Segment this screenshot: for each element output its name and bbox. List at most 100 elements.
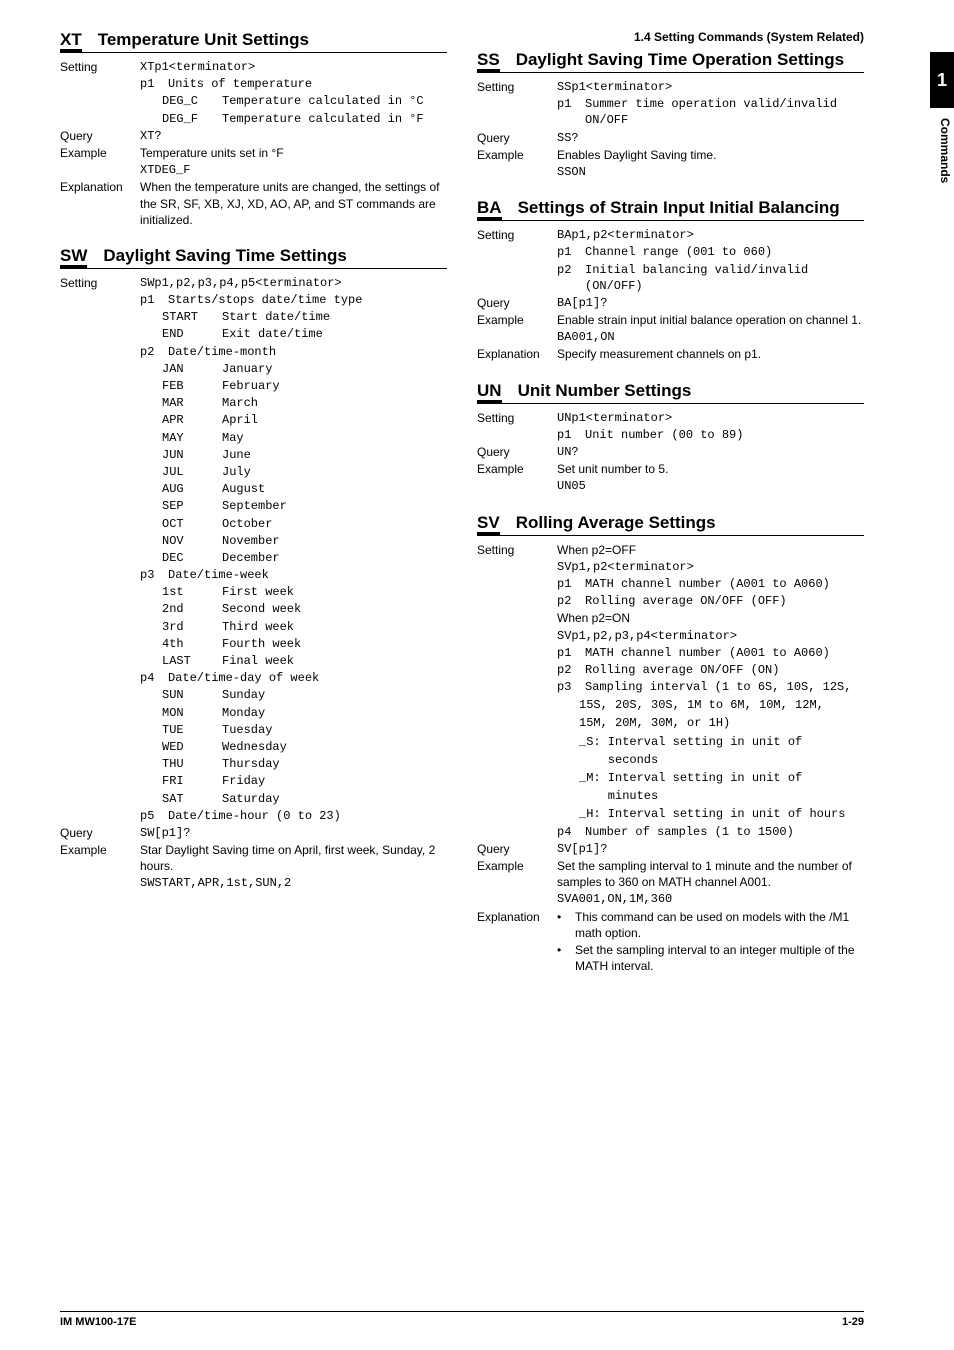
- footer-left: IM MW100-17E: [60, 1316, 136, 1328]
- setting-syntax: BAp1,p2<terminator>: [557, 227, 864, 243]
- label-setting: Setting: [60, 275, 136, 291]
- list-val: Wednesday: [222, 739, 447, 755]
- label-setting: Setting: [477, 227, 553, 243]
- cmd-code: UN: [477, 382, 502, 403]
- footer-right: 1-29: [842, 1316, 864, 1328]
- p3-s1: _S: Interval setting in unit of: [579, 735, 802, 749]
- param-p4: p4: [557, 824, 581, 840]
- section-header: 1.4 Setting Commands (System Related): [477, 30, 864, 44]
- list-item: MONMonday: [60, 705, 447, 721]
- list-key: THU: [162, 756, 218, 772]
- list-key: AUG: [162, 481, 218, 497]
- example-desc: Star Daylight Saving time on April, firs…: [140, 842, 447, 874]
- example-code: XTDEG_F: [140, 162, 447, 178]
- param-p2: p2: [140, 344, 164, 360]
- example-desc: Set the sampling interval to 1 minute an…: [557, 858, 864, 890]
- explanation-text: Specify measurement channels on p1.: [557, 346, 864, 362]
- p3-m1b: minutes: [579, 789, 658, 803]
- label-example: Example: [477, 312, 553, 328]
- list-item: MARMarch: [60, 395, 447, 411]
- list-val: Fourth week: [222, 636, 447, 652]
- left-column: XT Temperature Unit Settings Setting XTp…: [60, 30, 447, 992]
- list-key: JAN: [162, 361, 218, 377]
- list-key: 3rd: [162, 619, 218, 635]
- cmd-un: UN Unit Number Settings Setting UNp1<ter…: [477, 381, 864, 495]
- list-val: February: [222, 378, 447, 394]
- syntax-off: SVp1,p2<terminator>: [557, 559, 864, 575]
- query-code: SS?: [557, 130, 864, 146]
- param-p1: p1: [557, 244, 581, 260]
- list-val: March: [222, 395, 447, 411]
- list-key: TUE: [162, 722, 218, 738]
- cmd-title: Temperature Unit Settings: [98, 30, 447, 50]
- p3-h1: _H: Interval setting in unit of hours: [579, 807, 845, 821]
- param-p1-desc: Summer time operation valid/invalid ON/O…: [585, 96, 864, 128]
- list-key: SUN: [162, 687, 218, 703]
- list-val: Second week: [222, 601, 447, 617]
- list-item: JULJuly: [60, 464, 447, 480]
- list-item: TUETuesday: [60, 722, 447, 738]
- cmd-code: BA: [477, 199, 502, 220]
- list-item: NOVNovember: [60, 533, 447, 549]
- list-val: June: [222, 447, 447, 463]
- query-code: XT?: [140, 128, 447, 144]
- example-code: SSON: [557, 164, 864, 180]
- list-key: DEC: [162, 550, 218, 566]
- list-key: JUL: [162, 464, 218, 480]
- list-item: AUGAugust: [60, 481, 447, 497]
- param-p1: p1: [557, 427, 581, 443]
- param-p2-desc: Rolling average ON/OFF (ON): [585, 662, 864, 678]
- label-setting: Setting: [477, 542, 553, 558]
- cmd-xt: XT Temperature Unit Settings Setting XTp…: [60, 30, 447, 228]
- list-item: FEBFebruary: [60, 378, 447, 394]
- list-item: SEPSeptember: [60, 498, 447, 514]
- list-key: SAT: [162, 791, 218, 807]
- label-setting: Setting: [477, 79, 553, 95]
- example-code: SVA001,ON,1M,360: [557, 891, 864, 907]
- when-off: When p2=OFF: [557, 542, 864, 558]
- list-val: Saturday: [222, 791, 447, 807]
- list-key: OCT: [162, 516, 218, 532]
- cmd-title: Unit Number Settings: [518, 381, 864, 401]
- list-key: 1st: [162, 584, 218, 600]
- cmd-ba: BA Settings of Strain Input Initial Bala…: [477, 198, 864, 363]
- explanation-b1: This command can be used on models with …: [575, 909, 864, 941]
- key-start: START: [162, 309, 218, 325]
- list-val: Thursday: [222, 756, 447, 772]
- p3-s1b: seconds: [579, 753, 658, 767]
- val-end: Exit date/time: [222, 326, 447, 342]
- example-code: UN05: [557, 478, 864, 494]
- section-number: 1: [937, 70, 947, 91]
- side-label: Commands: [938, 118, 952, 183]
- param-p1: p1: [557, 645, 581, 661]
- label-explanation: Explanation: [60, 179, 136, 228]
- label-example: Example: [477, 147, 553, 163]
- footer: IM MW100-17E 1-29: [60, 1311, 864, 1328]
- param-p1-desc: Starts/stops date/time type: [168, 292, 447, 308]
- label-explanation: Explanation: [477, 909, 553, 941]
- param-p3-desc: Date/time-week: [168, 567, 447, 583]
- param-p1-desc: Units of temperature: [168, 76, 447, 92]
- cmd-code: SV: [477, 514, 500, 535]
- list-key: NOV: [162, 533, 218, 549]
- side-tab: 1: [930, 52, 954, 108]
- param-p2-desc: Rolling average ON/OFF (OFF): [585, 593, 864, 609]
- param-p2: p2: [557, 262, 581, 294]
- param-p1-desc: MATH channel number (A001 to A060): [585, 645, 864, 661]
- setting-syntax: XTp1<terminator>: [140, 59, 447, 75]
- setting-syntax: SSp1<terminator>: [557, 79, 864, 95]
- list-val: Final week: [222, 653, 447, 669]
- list-key: WED: [162, 739, 218, 755]
- param-p2: p2: [557, 662, 581, 678]
- param-p4-desc: Date/time-day of week: [168, 670, 447, 686]
- key-degf: DEG_F: [162, 111, 218, 127]
- example-code: BA001,ON: [557, 329, 864, 345]
- param-p2-desc: Date/time-month: [168, 344, 447, 360]
- list-item: 1stFirst week: [60, 584, 447, 600]
- list-val: Monday: [222, 705, 447, 721]
- when-on: When p2=ON: [557, 610, 864, 626]
- cmd-code: SS: [477, 51, 500, 72]
- list-key: MAY: [162, 430, 218, 446]
- list-item: 2ndSecond week: [60, 601, 447, 617]
- label-example: Example: [60, 842, 136, 874]
